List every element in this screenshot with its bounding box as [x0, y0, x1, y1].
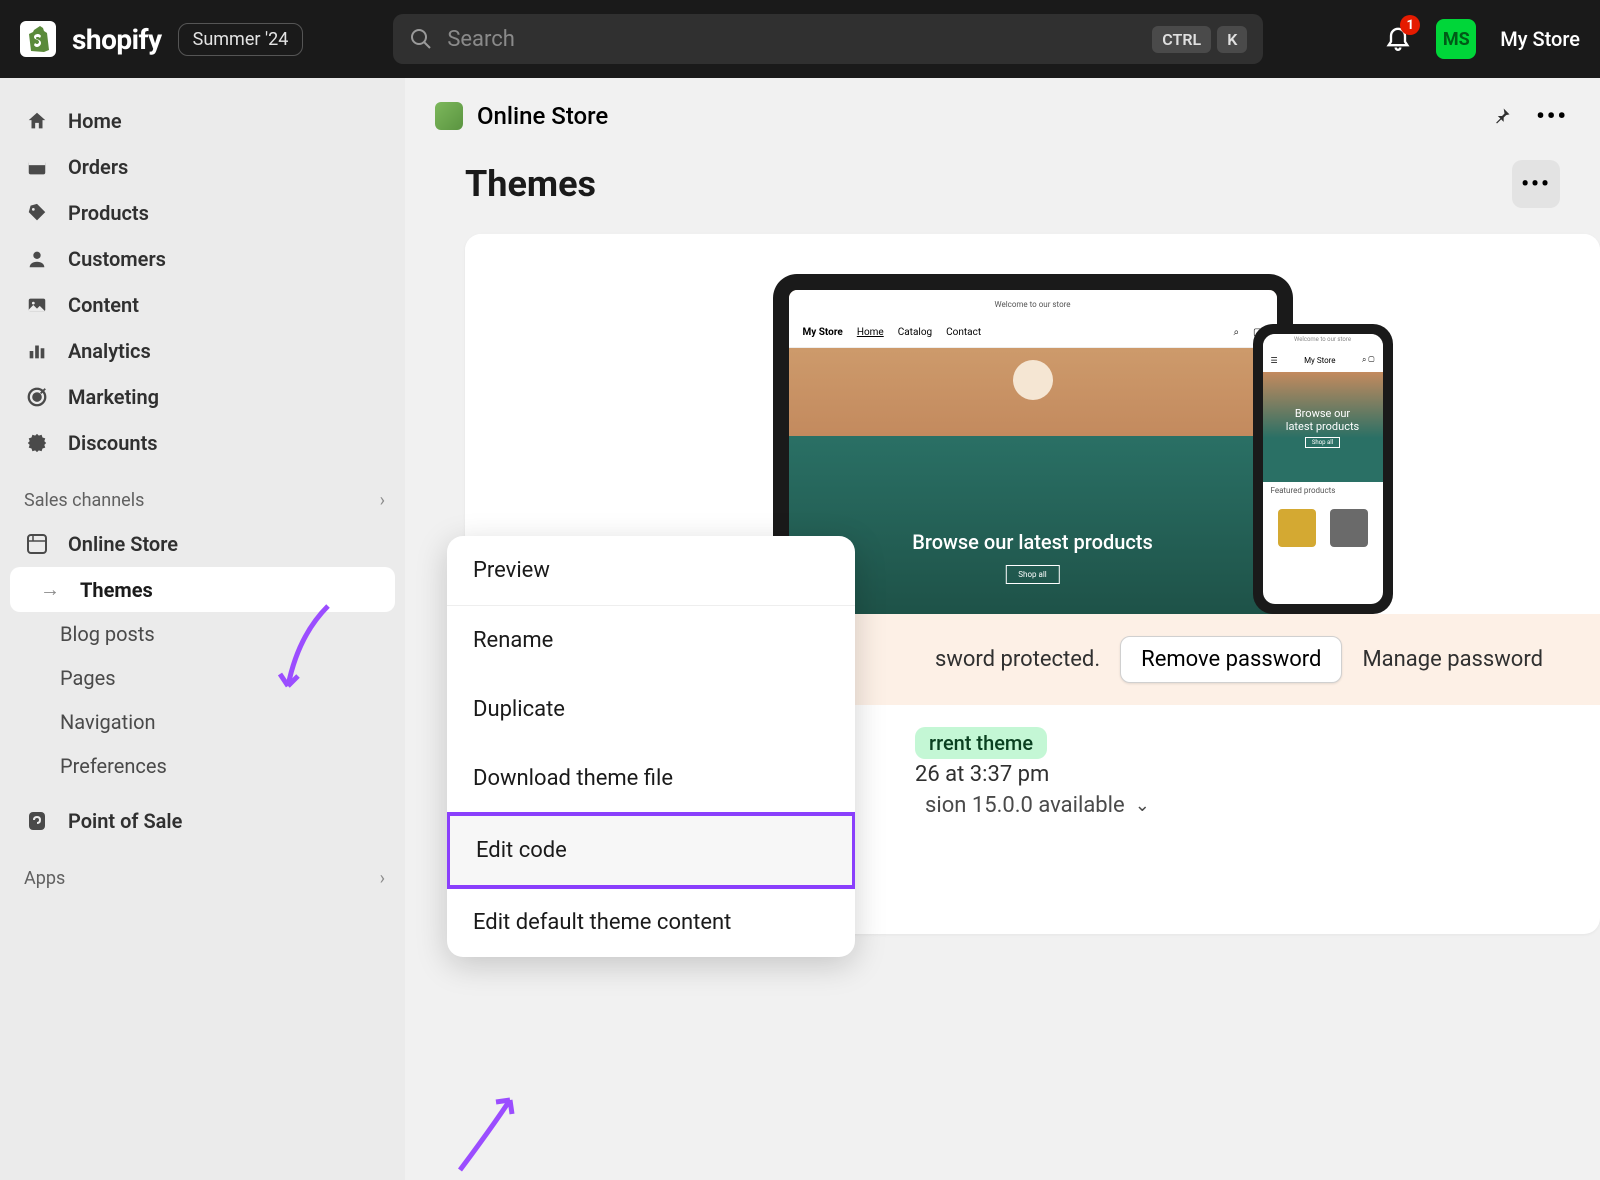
store-icon: [24, 531, 50, 557]
current-theme-badge: rrent theme: [915, 727, 1047, 759]
sidebar-subitem-blog[interactable]: Blog posts: [0, 612, 405, 656]
chevron-right-icon: ›: [380, 490, 385, 511]
menu-item-edit-code[interactable]: Edit code: [447, 812, 855, 889]
sidebar-item-pos[interactable]: Point of Sale: [0, 798, 405, 844]
menu-item-download[interactable]: Download theme file: [447, 744, 855, 813]
chevron-down-icon[interactable]: ⌄: [1135, 795, 1150, 816]
sidebar-subitem-pages[interactable]: Pages: [0, 656, 405, 700]
sidebar-item-orders[interactable]: Orders: [0, 144, 405, 190]
header-more-button[interactable]: •••: [1534, 98, 1570, 134]
pin-icon: [1492, 106, 1512, 126]
target-icon: [24, 384, 50, 410]
image-icon: [24, 292, 50, 318]
breadcrumb: Online Store •••: [405, 78, 1600, 144]
chart-icon: [24, 338, 50, 364]
logo-group: shopify Summer '24: [20, 21, 303, 57]
chevron-right-icon: ›: [380, 868, 385, 889]
search-icon: [409, 27, 433, 51]
menu-item-edit-default[interactable]: Edit default theme content: [447, 888, 855, 957]
menu-item-preview[interactable]: Preview: [447, 536, 855, 606]
sidebar-item-online-store[interactable]: Online Store: [0, 521, 405, 567]
kbd-hint: CTRL K: [1152, 26, 1247, 53]
search-placeholder: Search: [447, 27, 1138, 52]
orders-icon: [24, 154, 50, 180]
person-icon: [24, 246, 50, 272]
dots-icon: •••: [1536, 102, 1568, 130]
notif-badge: 1: [1400, 15, 1420, 35]
shopify-logo-icon[interactable]: [20, 21, 56, 57]
sidebar-subitem-navigation[interactable]: Navigation: [0, 700, 405, 744]
sidebar-subitem-themes[interactable]: Themes: [10, 567, 395, 612]
menu-icon: ☰: [1271, 356, 1278, 365]
theme-actions-menu: Preview Rename Duplicate Download theme …: [447, 536, 855, 957]
search-icon: ⌕: [1233, 327, 1239, 338]
sidebar-item-customers[interactable]: Customers: [0, 236, 405, 282]
page-more-button[interactable]: •••: [1512, 160, 1560, 208]
discount-icon: [24, 430, 50, 456]
store-name-label[interactable]: My Store: [1500, 27, 1580, 51]
search-input[interactable]: Search CTRL K: [393, 14, 1263, 64]
sidebar-item-content[interactable]: Content: [0, 282, 405, 328]
sidebar-item-marketing[interactable]: Marketing: [0, 374, 405, 420]
home-icon: [24, 108, 50, 134]
page-title: Themes: [465, 163, 596, 205]
sales-channels-header[interactable]: Sales channels›: [0, 480, 405, 521]
sidebar-subitem-preferences[interactable]: Preferences: [0, 744, 405, 788]
sidebar-item-products[interactable]: Products: [0, 190, 405, 236]
phone-mockup: Welcome to our store ☰My Store⌕ ▢ Browse…: [1253, 324, 1393, 614]
sidebar: Home Orders Products Customers Content A…: [0, 78, 405, 1180]
summer-badge[interactable]: Summer '24: [178, 23, 304, 56]
sidebar-item-discounts[interactable]: Discounts: [0, 420, 405, 466]
avatar[interactable]: MS: [1436, 19, 1476, 59]
manage-password-link[interactable]: Manage password: [1362, 647, 1543, 672]
online-store-app-icon: [435, 102, 463, 130]
pos-icon: [24, 808, 50, 834]
brand-name: shopify: [72, 23, 162, 56]
sidebar-item-home[interactable]: Home: [0, 98, 405, 144]
sidebar-item-analytics[interactable]: Analytics: [0, 328, 405, 374]
menu-item-rename[interactable]: Rename: [447, 606, 855, 675]
remove-password-button[interactable]: Remove password: [1120, 636, 1342, 683]
tag-icon: [24, 200, 50, 226]
apps-header[interactable]: Apps›: [0, 858, 405, 899]
pin-button[interactable]: [1484, 98, 1520, 134]
topbar: shopify Summer '24 Search CTRL K 1 MS My…: [0, 0, 1600, 78]
notifications-button[interactable]: 1: [1384, 23, 1412, 55]
menu-item-duplicate[interactable]: Duplicate: [447, 675, 855, 744]
